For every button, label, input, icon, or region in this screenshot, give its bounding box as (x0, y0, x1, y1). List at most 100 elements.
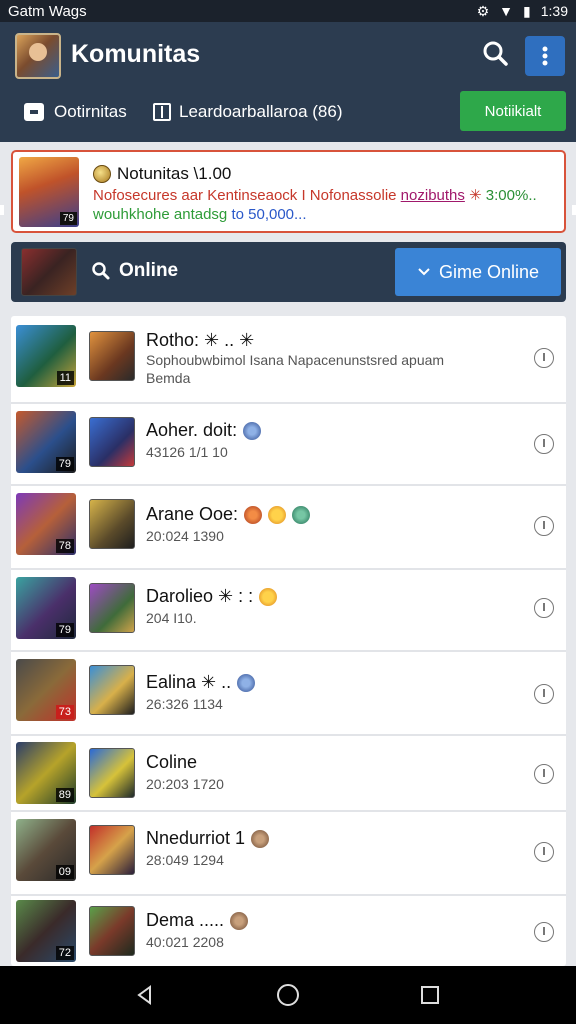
user-avatar (89, 417, 135, 467)
emoji-icon (268, 505, 287, 524)
info-icon[interactable] (534, 348, 554, 368)
recent-apps-icon[interactable] (421, 986, 439, 1004)
promo-line-2-value: to 50,000... (231, 206, 307, 223)
promo-card[interactable]: 79 Notunitas \1.00 Nofosecures aar Kenti… (11, 150, 566, 233)
member-status: 20:024 1390 (146, 528, 224, 544)
member-name-text: Dema ..... (146, 910, 225, 930)
overflow-menu-button[interactable] (525, 36, 565, 76)
online-game-thumbnail (21, 248, 77, 296)
member-name: Arane Ooe: (146, 504, 311, 525)
member-name-text: Rotho: ✳ .. ✳ (146, 330, 255, 350)
user-avatar (89, 499, 135, 549)
level-badge: 72 (55, 946, 74, 960)
game-avatar: 79 (16, 411, 76, 473)
info-icon[interactable] (534, 842, 554, 862)
back-icon[interactable] (134, 984, 156, 1006)
promo-line-1-text: Nofosecures aar Kentinseaock I Nofonasso… (93, 187, 401, 204)
list-item[interactable]: 72 Dema ..... 40:021 2208 (11, 896, 566, 966)
list-item[interactable]: 11 Rotho: ✳ .. ✳ Sophoubwbimol Isana Nap… (11, 316, 566, 404)
member-status: 40:021 2208 (146, 934, 224, 950)
promo-line-1-sep: ✳ (464, 187, 486, 204)
member-name: Coline (146, 752, 197, 773)
tab-communities[interactable]: Ootirnitas (24, 102, 127, 122)
member-name: Ealina ✳ .. (146, 672, 256, 693)
notifications-button[interactable]: Notiikialt (460, 91, 566, 131)
member-name: Nnedurriot 1 (146, 828, 270, 849)
emoji-icon (230, 911, 249, 930)
promo-link[interactable]: nozibuths (401, 187, 465, 204)
search-button[interactable] (478, 36, 514, 72)
battery-icon: ▮ (523, 2, 531, 19)
emoji-icon (259, 587, 278, 606)
tab-leaderboard[interactable]: Leardoarballaroa (86) (153, 102, 343, 122)
game-avatar: 11 (16, 325, 76, 387)
info-icon[interactable] (534, 764, 554, 784)
android-icon: ⚙ (476, 2, 490, 19)
level-badge: 79 (55, 457, 74, 471)
online-bar: Online Gime Online (11, 242, 566, 302)
search-icon (92, 262, 110, 280)
status-icons: ⚙ ▼ ▮ 1:39 (477, 3, 568, 20)
wifi-icon: ▼ (499, 3, 514, 19)
info-icon[interactable] (534, 598, 554, 618)
game-avatar: 79 (16, 577, 76, 639)
community-icon (24, 103, 44, 121)
sub-navigation: Ootirnitas Leardoarballaroa (86) Notiiki… (0, 90, 576, 132)
level-badge: 79 (55, 623, 74, 637)
tab-leaderboard-label: Leardoarballaroa (86) (179, 102, 343, 121)
member-status: 204 I10. (146, 610, 197, 626)
promo-line-1: Nofosecures aar Kentinseaock I Nofonasso… (93, 186, 537, 204)
member-name: Rotho: ✳ .. ✳ (146, 330, 254, 351)
list-item[interactable]: 73 Ealina ✳ .. 26:326 1134 (11, 652, 566, 736)
member-status: 43126 1/1 10 (146, 444, 228, 460)
member-name-text: Coline (146, 752, 198, 772)
page-title: Komunitas (71, 40, 201, 68)
promo-badge: 79 (59, 212, 77, 225)
member-list: 11 Rotho: ✳ .. ✳ Sophoubwbimol Isana Nap… (11, 316, 566, 966)
list-item[interactable]: 79 Darolieo ✳ : : 204 I10. (11, 570, 566, 652)
member-name-text: Arane Ooe: (146, 504, 239, 524)
community-avatar (15, 33, 61, 79)
status-time: 1:39 (540, 3, 568, 19)
status-bar-title: Gatm Wags (8, 2, 87, 20)
list-item[interactable]: 89 Coline 20:203 1720 (11, 736, 566, 812)
user-avatar (89, 583, 135, 633)
emoji-icon (292, 505, 311, 524)
list-item[interactable]: 09 Nnedurriot 1 28:049 1294 (11, 812, 566, 896)
member-name: Aoher. doit: (146, 420, 262, 441)
info-icon[interactable] (534, 434, 554, 454)
promo-line-1-value: 3:00%.. (485, 187, 537, 204)
edge-marker-right (572, 205, 576, 215)
emoji-icon (251, 829, 270, 848)
app-header: Komunitas Ootirnitas Leardoarballaroa (8… (0, 22, 576, 142)
promo-title-text: Notunitas \1.00 (117, 164, 232, 183)
online-label-text: Online (119, 260, 179, 281)
status-bar: Gatm Wags ⚙ ▼ ▮ 1:39 (0, 0, 576, 22)
tab-communities-label: Ootirnitas (54, 102, 127, 121)
member-name: Dema ..... (146, 910, 249, 931)
search-icon (483, 41, 508, 66)
info-icon[interactable] (534, 516, 554, 536)
member-name-text: Nnedurriot 1 (146, 828, 246, 848)
user-avatar (89, 906, 135, 956)
list-item[interactable]: 78 Arane Ooe: 20:024 1390 (11, 486, 566, 570)
member-status-2: Bemda (146, 370, 191, 386)
coin-icon (93, 165, 111, 183)
info-icon[interactable] (534, 922, 554, 942)
member-name-text: Ealina ✳ .. (146, 672, 232, 692)
member-name-text: Darolieo ✳ : : (146, 586, 254, 606)
go-online-button[interactable]: Gime Online (395, 248, 561, 296)
home-icon[interactable] (277, 984, 299, 1006)
game-avatar: 72 (16, 900, 76, 962)
member-status: 28:049 1294 (146, 852, 224, 868)
game-avatar: 89 (16, 742, 76, 804)
info-icon[interactable] (534, 684, 554, 704)
promo-line-2: wouhkhohe antadsg to 50,000... (93, 206, 307, 223)
promo-line-2-text: wouhkhohe antadsg (93, 206, 232, 223)
level-badge: 11 (56, 371, 74, 385)
system-navigation-bar (0, 966, 576, 1024)
game-avatar: 09 (16, 819, 76, 881)
list-item[interactable]: 79 Aoher. doit: 43126 1/1 10 (11, 404, 566, 486)
promo-title: Notunitas \1.00 (93, 164, 231, 184)
member-name-text: Aoher. doit: (146, 420, 238, 440)
